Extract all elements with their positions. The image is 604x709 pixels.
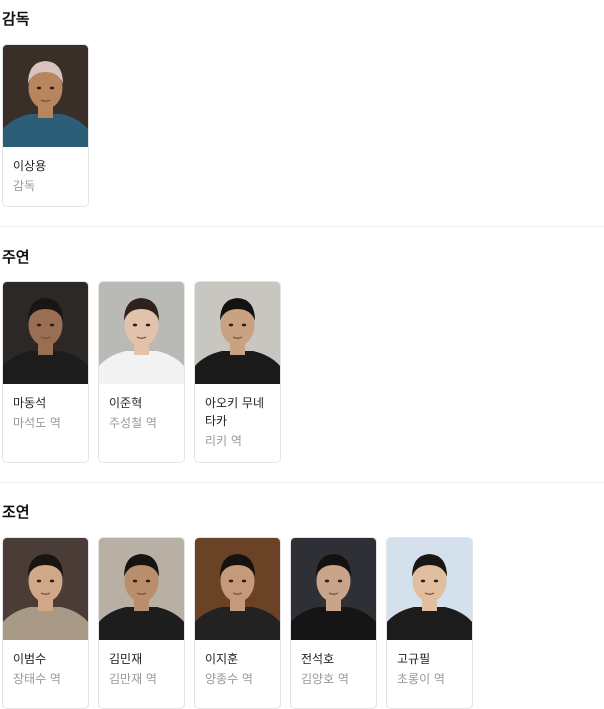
person-card[interactable]: 이지훈양종수 역	[194, 537, 281, 709]
person-role: 김양호 역	[301, 672, 349, 686]
person-card-row: 이상용감독	[2, 44, 89, 207]
person-role: 감독	[13, 179, 36, 193]
person-card[interactable]: 김민재김만재 역	[98, 537, 185, 709]
person-role: 장태수 역	[13, 672, 61, 686]
person-photo[interactable]	[3, 45, 88, 147]
person-name[interactable]: 이지훈	[205, 650, 275, 668]
person-photo[interactable]	[99, 538, 184, 640]
section-divider	[0, 482, 604, 483]
person-card[interactable]: 전석호김양호 역	[290, 537, 377, 709]
person-name[interactable]: 이상용	[13, 157, 83, 175]
person-role: 마석도 역	[13, 416, 61, 430]
section-title: 감독	[2, 10, 30, 28]
person-photo[interactable]	[99, 282, 184, 384]
person-role: 주성철 역	[109, 416, 157, 430]
person-photo[interactable]	[387, 538, 472, 640]
person-name[interactable]: 마동석	[13, 394, 83, 412]
person-role: 양종수 역	[205, 672, 253, 686]
person-photo[interactable]	[3, 282, 88, 384]
person-card[interactable]: 고규필초롱이 역	[386, 537, 473, 709]
person-name[interactable]: 이범수	[13, 650, 83, 668]
person-card[interactable]: 마동석마석도 역	[2, 281, 89, 463]
person-name[interactable]: 아오키 무네타카	[205, 394, 275, 430]
person-name[interactable]: 고규필	[397, 650, 467, 668]
person-card-row: 마동석마석도 역 이준혁주성철 역 아오키 무네타카리키 역	[2, 281, 281, 463]
person-card-row: 이범수장태수 역 김민재김만재 역 이지훈양종수 역 전석호김양호 역	[2, 537, 473, 709]
person-card[interactable]: 아오키 무네타카리키 역	[194, 281, 281, 463]
section-title: 조연	[2, 503, 30, 521]
person-card[interactable]: 이상용감독	[2, 44, 89, 207]
person-role: 리키 역	[205, 434, 242, 448]
person-card[interactable]: 이준혁주성철 역	[98, 281, 185, 463]
person-role: 김만재 역	[109, 672, 157, 686]
person-name[interactable]: 전석호	[301, 650, 371, 668]
person-card[interactable]: 이범수장태수 역	[2, 537, 89, 709]
person-photo[interactable]	[3, 538, 88, 640]
person-role: 초롱이 역	[397, 672, 445, 686]
person-photo[interactable]	[195, 538, 280, 640]
person-name[interactable]: 이준혁	[109, 394, 179, 412]
section-title: 주연	[2, 248, 30, 266]
person-photo[interactable]	[195, 282, 280, 384]
section-divider	[0, 226, 604, 227]
person-photo[interactable]	[291, 538, 376, 640]
person-name[interactable]: 김민재	[109, 650, 179, 668]
